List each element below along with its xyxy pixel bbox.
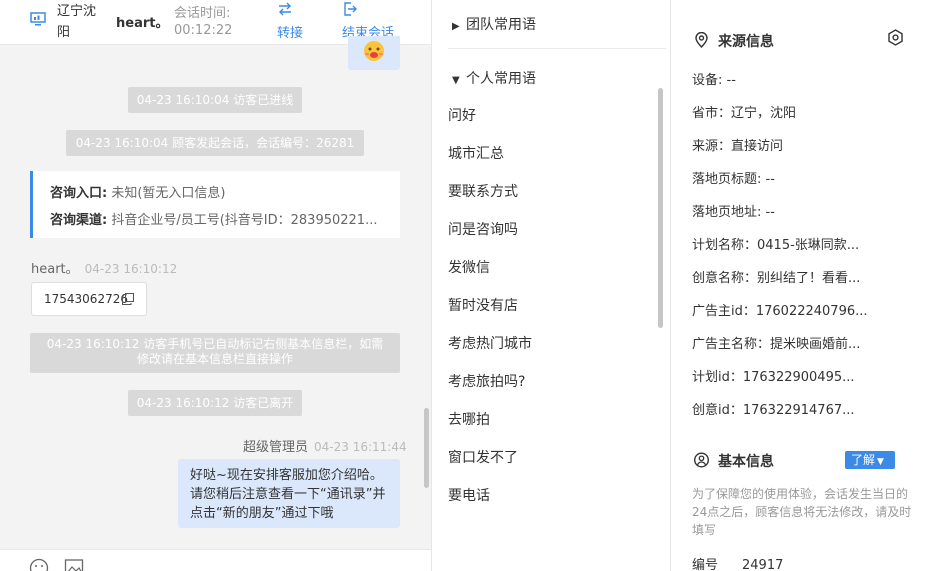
transfer-button[interactable]: 转接	[277, 0, 311, 44]
session-time-value: 00:12:22	[174, 23, 233, 38]
phone-number: 17543062726	[44, 292, 128, 306]
entry-row: 咨询入口: 未知(暂无入口信息)	[50, 182, 226, 201]
source-creative-id: 创意id：176322914767...	[692, 403, 855, 418]
phrase-item[interactable]: 窗口发不了	[448, 447, 518, 467]
agent-message-line: 好哒~现在安排客服加您介绍哈。	[190, 468, 383, 483]
monitor-icon	[30, 12, 46, 26]
team-phrases-label: 团队常用语	[466, 17, 536, 33]
learn-more-label: 了解	[851, 453, 876, 467]
source-advertiser-id: 广告主id：176022240796...	[692, 304, 868, 319]
phrase-item[interactable]: 问是咨询吗	[448, 219, 518, 239]
phrase-item[interactable]: 考虑旅拍吗?	[448, 371, 525, 391]
source-landing-url: 落地页地址: --	[692, 205, 775, 220]
source-origin: 来源：直接访问	[692, 139, 784, 154]
customer-id-value: 24917	[742, 558, 784, 571]
copy-icon[interactable]	[122, 293, 134, 305]
caret-down-icon: ▼	[452, 75, 460, 86]
session-time-label: 会话时间:	[174, 6, 231, 21]
transfer-icon	[279, 2, 291, 16]
source-creative-name: 创意名称：别纠结了！看看...	[692, 271, 861, 286]
visitor-message-meta: heart。 04-23 16:10:12	[31, 258, 177, 277]
chat-panel: 辽宁沈阳 heart。 会话时间: 00:12:22 转接 结束会话 04-23…	[0, 0, 432, 571]
caret-right-icon: ▶	[452, 21, 460, 32]
source-province-city: 省市：辽宁，沈阳	[692, 106, 797, 121]
phrase-item[interactable]: 城市汇总	[448, 143, 504, 163]
channel-row: 咨询渠道: 抖音企业号/员工号(抖音号ID：283950221...	[50, 209, 377, 228]
source-plan-id: 计划id：176322900495...	[692, 370, 855, 385]
system-message-line: 04-23 16:10:12 访客手机号已自动标记右侧基本信息栏，如需	[46, 337, 384, 351]
system-message: 04-23 16:10:04 访客已进线	[128, 87, 302, 113]
settings-icon[interactable]	[887, 29, 904, 46]
phrase-item[interactable]: 问好	[448, 105, 476, 125]
source-info-label: 来源信息	[718, 34, 774, 50]
phone-message[interactable]: 17543062726	[31, 282, 147, 316]
agent-message-line: 点击“新的朋友”通过下哦	[190, 506, 334, 521]
visitor-name: heart。	[116, 16, 169, 31]
consult-info-card: 咨询入口: 未知(暂无入口信息) 咨询渠道: 抖音企业号/员工号(抖音号ID：2…	[30, 171, 400, 238]
visitor-location: 辽宁沈阳	[57, 4, 97, 40]
divider	[448, 48, 666, 49]
source-plan-name: 计划名称：0415-张琳同款...	[692, 238, 860, 253]
agent-message-line: 请您稍后注意查看一下“通讯录”并	[190, 487, 386, 502]
personal-phrases-group[interactable]: ▼ 个人常用语	[452, 68, 536, 88]
exit-icon	[344, 2, 357, 16]
emoji-face-icon	[364, 41, 384, 61]
source-device: 设备: --	[692, 73, 736, 88]
transfer-label: 转接	[277, 26, 304, 41]
chat-toolbar	[0, 549, 431, 571]
system-message: 04-23 16:10:12 访客已离开	[128, 390, 302, 416]
agent-message-time: 04-23 16:11:44	[314, 440, 407, 454]
learn-more-button[interactable]: 了解 ▼	[845, 451, 895, 469]
agent-message: 好哒~现在安排客服加您介绍哈。 请您稍后注意查看一下“通讯录”并 点击“新的朋友…	[178, 459, 400, 528]
caret-down-icon: ▼	[877, 457, 884, 467]
customer-info-panel: 来源信息 设备: -- 省市：辽宁，沈阳 来源：直接访问 落地页标题: -- 落…	[672, 0, 926, 571]
edit-notice: 为了保障您的使用体验，会话发生当日的24点之后，顾客信息将无法修改，请及时填写	[692, 487, 912, 537]
agent-message-meta: 超级管理员 04-23 16:11:44	[243, 436, 407, 455]
location-pin-icon	[695, 32, 708, 48]
chat-scrollbar[interactable]	[424, 408, 429, 488]
personal-phrases-label: 个人常用语	[466, 71, 536, 87]
entry-label: 咨询入口:	[50, 186, 108, 201]
system-message: 04-23 16:10:04 顾客发起会话，会话编号：26281	[66, 130, 364, 156]
visitor-message-time: 04-23 16:10:12	[84, 262, 178, 276]
phrase-item[interactable]: 考虑热门城市	[448, 333, 532, 353]
source-landing-title: 落地页标题: --	[692, 172, 775, 187]
channel-value: 抖音企业号/员工号(抖音号ID：283950221...	[111, 213, 378, 228]
system-message: 04-23 16:10:12 访客手机号已自动标记右侧基本信息栏，如需 修改请在…	[30, 333, 400, 373]
emoji-message	[348, 36, 400, 70]
visitor-message-name: heart。	[31, 262, 79, 277]
phrases-scrollbar[interactable]	[658, 88, 663, 328]
phrase-item[interactable]: 暂时没有店	[448, 295, 518, 315]
phrase-item[interactable]: 要联系方式	[448, 181, 518, 201]
source-advertiser-name: 广告主名称：提米映画婚前...	[692, 337, 861, 352]
system-message-line: 修改请在基本信息栏直接操作	[136, 352, 293, 366]
source-info-title: 来源信息	[694, 31, 794, 50]
channel-label: 咨询渠道:	[50, 213, 108, 228]
team-phrases-group[interactable]: ▶ 团队常用语	[452, 14, 536, 34]
emoji-icon[interactable]	[29, 558, 49, 571]
quick-phrases-panel: ▶ 团队常用语 ▼ 个人常用语 问好 城市汇总 要联系方式 问是咨询吗 发微信 暂时…	[432, 0, 671, 571]
entry-value: 未知(暂无入口信息)	[111, 186, 226, 201]
basic-info-title: 基本信息	[694, 451, 794, 470]
customer-id-label: 编号	[692, 558, 719, 571]
phrase-item[interactable]: 要电话	[448, 485, 490, 505]
image-icon[interactable]	[64, 558, 84, 571]
user-circle-icon	[694, 452, 709, 468]
customer-id-row: 编号 24917	[692, 554, 783, 571]
phrase-item[interactable]: 去哪拍	[448, 409, 490, 429]
phrase-item[interactable]: 发微信	[448, 257, 490, 277]
basic-info-label: 基本信息	[718, 454, 774, 470]
agent-name: 超级管理员	[243, 440, 309, 455]
